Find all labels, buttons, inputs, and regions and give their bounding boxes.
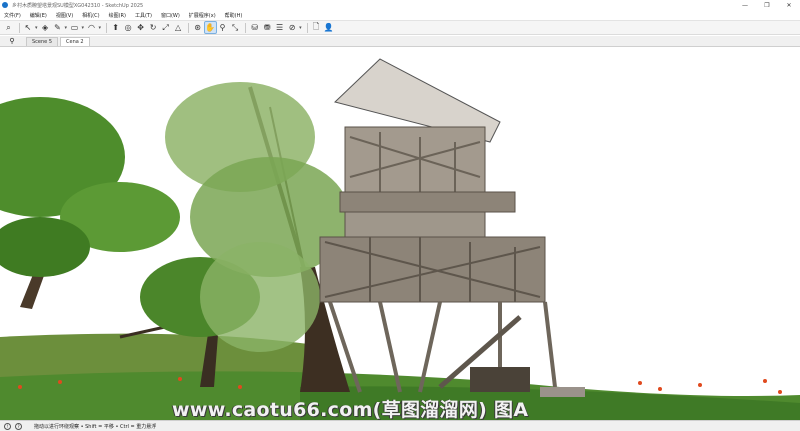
close-button[interactable]: ✕ (778, 0, 800, 10)
window-controls: — ❐ ✕ (734, 0, 800, 10)
arc-icon[interactable]: ◠ (86, 22, 97, 33)
toolbar-separator (106, 22, 108, 33)
menu-edit[interactable]: 编辑(E) (30, 12, 47, 19)
zoom-icon[interactable]: ⚲ (217, 22, 228, 33)
tower-deck (339, 191, 516, 213)
menu-camera[interactable]: 相机(C) (82, 12, 99, 19)
sketchup-app-icon (2, 2, 8, 8)
orbit-icon[interactable]: ⊛ (192, 22, 203, 33)
chevron-down-icon[interactable]: ▾ (65, 25, 68, 31)
chevron-down-icon[interactable]: ▾ (99, 25, 102, 31)
menu-extensions[interactable]: 扩展程序(x) (189, 12, 216, 19)
toolbar-separator (188, 22, 190, 33)
menu-draw[interactable]: 绘图(R) (109, 12, 126, 19)
paint-bucket-icon[interactable]: ◈ (40, 22, 51, 33)
rotate-icon[interactable]: ↻ (148, 22, 159, 33)
extension-warehouse-icon[interactable]: ⛃ (262, 22, 273, 33)
menu-bar: 文件(F) 编辑(E) 视图(V) 相机(C) 绘图(R) 工具(T) 窗口(W… (0, 10, 800, 20)
tower-base-step (540, 387, 585, 397)
status-message: 拖动以进行环绕观察 • Shift = 平移 • Ctrl = 重力悬浮 (34, 423, 157, 430)
toolbar-separator (306, 22, 308, 33)
push-pull-icon[interactable]: ⬆ (110, 22, 121, 33)
pan-icon[interactable]: ✋ (203, 21, 217, 34)
toolbar-separator (245, 22, 247, 33)
menu-view[interactable]: 视图(V) (56, 12, 73, 19)
menu-tools[interactable]: 工具(T) (135, 12, 152, 19)
watch-tower (319, 58, 585, 397)
search-icon[interactable]: ⌕ (3, 22, 14, 33)
warehouse-icon[interactable]: ⛁ (249, 22, 260, 33)
tab-cena-2[interactable]: Cena 2 (60, 37, 90, 46)
menu-window[interactable]: 窗口(W) (161, 12, 180, 19)
new-file-icon[interactable]: 🗋 (311, 22, 322, 33)
pencil-icon[interactable]: ✎ (52, 22, 63, 33)
title-bar: 乡村木质瞭望塔景观SU模型XG042310 - SketchUp 2025 — … (0, 0, 800, 10)
3d-viewport[interactable]: www.caotu66.com(草图溜溜网) 图A (0, 47, 800, 420)
info-icon[interactable]: ! (4, 422, 11, 430)
offset-icon[interactable]: ◎ (123, 22, 134, 33)
scale-icon[interactable]: ⤢ (160, 22, 171, 33)
rectangle-icon[interactable]: ▭ (69, 22, 80, 33)
tower-bench (470, 367, 530, 392)
move-icon[interactable]: ✥ (135, 22, 146, 33)
scene-render (0, 58, 800, 420)
window-title: 乡村木质瞭望塔景观SU模型XG042310 - SketchUp 2025 (12, 2, 144, 9)
chevron-down-icon[interactable]: ▾ (82, 25, 85, 31)
foliage (200, 242, 320, 352)
minimize-button[interactable]: — (734, 0, 756, 10)
maximize-button[interactable]: ❐ (756, 0, 778, 10)
menu-help[interactable]: 帮助(H) (225, 12, 243, 19)
select-arrow-icon[interactable]: ↖ (23, 22, 34, 33)
status-bar: ! ? 拖动以进行环绕观察 • Shift = 平移 • Ctrl = 重力悬浮 (0, 420, 800, 431)
zoom-extents-icon[interactable]: ⤡ (230, 22, 241, 33)
chevron-down-icon[interactable]: ▾ (299, 25, 302, 31)
help-icon[interactable]: ? (15, 422, 22, 430)
search-icon[interactable]: ⚲ (6, 35, 18, 46)
toolbar-separator (18, 22, 20, 33)
chevron-down-icon[interactable]: ▾ (35, 25, 38, 31)
watermark-text: www.caotu66.com(草图溜溜网) 图A (172, 399, 529, 420)
layout-icon[interactable]: ☰ (274, 22, 285, 33)
tab-scene-5[interactable]: Scene 5 (26, 37, 59, 46)
tape-measure-icon[interactable]: △ (173, 22, 184, 33)
main-toolbar: ⌕ ↖ ▾ ◈ ✎ ▾ ▭ ▾ ◠ ▾ ⬆ ◎ ✥ ↻ ⤢ △ ⊛ ✋ ⚲ ⤡ … (0, 20, 800, 35)
section-icon[interactable]: ⊘ (287, 22, 298, 33)
user-icon[interactable]: 👤 (323, 22, 334, 33)
scene-tab-bar: ⚲ Scene 5 Cena 2 (0, 36, 800, 47)
menu-file[interactable]: 文件(F) (4, 12, 21, 19)
